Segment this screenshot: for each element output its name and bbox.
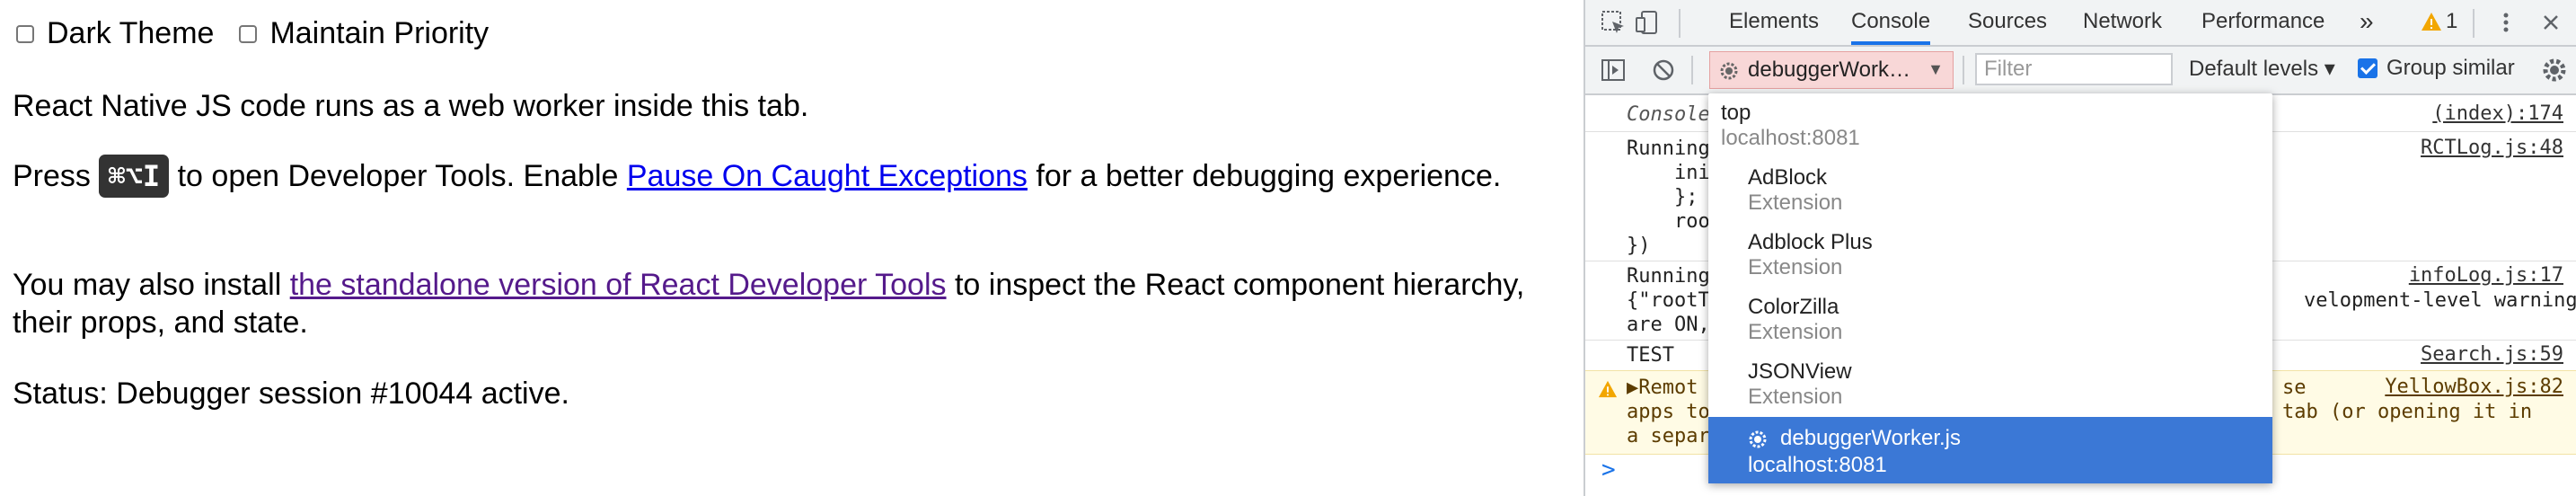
- console-line: };: [1627, 186, 1698, 208]
- context-option-jsonview[interactable]: JSONView Extension: [1708, 352, 2272, 417]
- gear-icon: [1720, 62, 1738, 80]
- group-similar-toggle[interactable]: Group similar: [2358, 56, 2515, 81]
- filter-input[interactable]: Filter: [1975, 53, 2173, 85]
- context-option-title: ColorZilla: [1748, 295, 1839, 319]
- theme-options: Dark Theme Maintain Priority: [16, 16, 514, 51]
- warning-icon[interactable]: [2421, 11, 2442, 32]
- gear-icon: [1749, 430, 1767, 448]
- context-option-debugger-worker[interactable]: debuggerWorker.js localhost:8081: [1708, 417, 2272, 483]
- context-dropdown: top localhost:8081 AdBlock Extension Adb…: [1708, 93, 2272, 483]
- context-option-sub: localhost:8081: [1748, 453, 1887, 477]
- tab-sources[interactable]: Sources: [1968, 0, 2047, 45]
- toolbar-separator: [1691, 56, 1693, 84]
- warning-count[interactable]: 1: [2446, 0, 2457, 45]
- debugger-page: Dark Theme Maintain Priority React Nativ…: [0, 0, 1581, 496]
- warning-line[interactable]: ▶Remot: [1627, 376, 1698, 400]
- console-source-link[interactable]: (index):174: [2432, 102, 2563, 125]
- console-line: TEST: [1627, 344, 1674, 367]
- warning-line: apps to: [1627, 401, 1710, 423]
- dark-theme-label[interactable]: Dark Theme: [47, 16, 214, 51]
- console-line: Running: [1627, 265, 1710, 288]
- console-source-link[interactable]: YellowBox.js:82: [2385, 376, 2563, 398]
- console-line: }): [1627, 235, 1651, 257]
- install-hint: You may also install the standalone vers…: [13, 266, 1539, 341]
- console-line: Running: [1627, 137, 1710, 160]
- inspect-element-icon[interactable]: [1600, 9, 1627, 36]
- context-option-title: Adblock Plus: [1748, 230, 1873, 254]
- warning-icon: [1598, 380, 1618, 398]
- more-tabs-chevron-icon[interactable]: »: [2360, 0, 2374, 45]
- press-suffix: for a better debugging experience.: [1027, 159, 1502, 193]
- context-option-sub: Extension: [1748, 385, 1843, 409]
- context-option-adblock-plus[interactable]: Adblock Plus Extension: [1708, 223, 2272, 288]
- pause-on-caught-exceptions-link[interactable]: Pause On Caught Exceptions: [627, 159, 1028, 193]
- console-line: roo: [1627, 210, 1710, 233]
- dark-theme-checkbox[interactable]: [16, 24, 34, 43]
- tab-elements[interactable]: Elements: [1729, 0, 1819, 45]
- console-line: are ON,: [1627, 314, 1710, 336]
- console-line: Console: [1627, 103, 1710, 126]
- warning-line-fragment: se: [2282, 376, 2307, 399]
- console-source-link[interactable]: Search.js:59: [2421, 343, 2563, 366]
- context-option-sub: Extension: [1748, 320, 1843, 344]
- clear-console-icon[interactable]: [1650, 57, 1677, 84]
- context-option-title: JSONView: [1748, 359, 1852, 384]
- intro-text: React Native JS code runs as a web worke…: [13, 89, 809, 123]
- react-devtools-link[interactable]: the standalone version of React Develope…: [290, 268, 947, 302]
- context-option-sub: Extension: [1748, 190, 1843, 215]
- shortcut-badge: ⌘⌥I: [99, 155, 170, 198]
- tab-network[interactable]: Network: [2083, 0, 2162, 45]
- show-sidebar-icon[interactable]: [1600, 57, 1627, 84]
- console-prompt-icon[interactable]: >: [1601, 456, 1616, 483]
- console-line-fragment: velopment-level warning: [2304, 289, 2576, 312]
- settings-gear-icon[interactable]: [2541, 57, 2568, 84]
- tabbar-separator: [1679, 9, 1681, 38]
- console-source-link[interactable]: RCTLog.js:48: [2421, 137, 2563, 159]
- more-menu-icon[interactable]: [2492, 9, 2519, 36]
- context-option-title: debuggerWorker.js: [1780, 426, 1961, 450]
- group-similar-checkbox[interactable]: [2358, 58, 2378, 78]
- tab-performance[interactable]: Performance: [2201, 0, 2325, 45]
- console-line: {"rootT: [1627, 289, 1710, 312]
- context-selector-label: debuggerWork…: [1748, 58, 1910, 82]
- devtools-tabbar: Elements Console Sources Network Perform…: [1585, 0, 2576, 47]
- context-option-colorzilla[interactable]: ColorZilla Extension: [1708, 288, 2272, 352]
- devtools-hint: Press ⌘⌥I to open Developer Tools. Enabl…: [13, 155, 1539, 198]
- tab-console[interactable]: Console: [1851, 0, 1931, 45]
- status-text: Status: Debugger session #10044 active.: [13, 376, 569, 411]
- install-prefix: You may also install: [13, 268, 290, 302]
- maintain-priority-checkbox[interactable]: [239, 24, 258, 43]
- tabbar-separator: [2473, 9, 2475, 38]
- close-icon[interactable]: [2537, 9, 2564, 36]
- console-line: ini: [1627, 162, 1710, 184]
- toolbar-separator: [1963, 56, 1964, 84]
- context-option-title: AdBlock: [1748, 165, 1828, 190]
- warning-line-fragment: tab (or opening it in: [2282, 401, 2533, 423]
- context-option-sub: Extension: [1748, 255, 1843, 279]
- context-option-sub: localhost:8081: [1721, 126, 1860, 150]
- console-source-link[interactable]: infoLog.js:17: [2409, 264, 2563, 287]
- device-toolbar-icon[interactable]: [1634, 9, 1661, 36]
- context-option-adblock[interactable]: AdBlock Extension: [1708, 158, 2272, 223]
- press-middle: to open Developer Tools. Enable: [169, 159, 627, 193]
- chevron-down-icon: ▼: [1928, 60, 1944, 78]
- press-prefix: Press: [13, 159, 100, 193]
- warning-line: a separ: [1627, 425, 1710, 447]
- maintain-priority-label[interactable]: Maintain Priority: [269, 16, 489, 51]
- context-option-top[interactable]: top localhost:8081: [1708, 93, 2272, 156]
- default-levels-dropdown[interactable]: Default levels ▾: [2189, 56, 2335, 82]
- context-option-title: top: [1721, 101, 1751, 125]
- context-selector[interactable]: debuggerWork… ▼: [1709, 51, 1954, 89]
- group-similar-label: Group similar: [2386, 56, 2515, 80]
- console-toolbar: debuggerWork… ▼ Filter Default levels ▾ …: [1585, 47, 2576, 95]
